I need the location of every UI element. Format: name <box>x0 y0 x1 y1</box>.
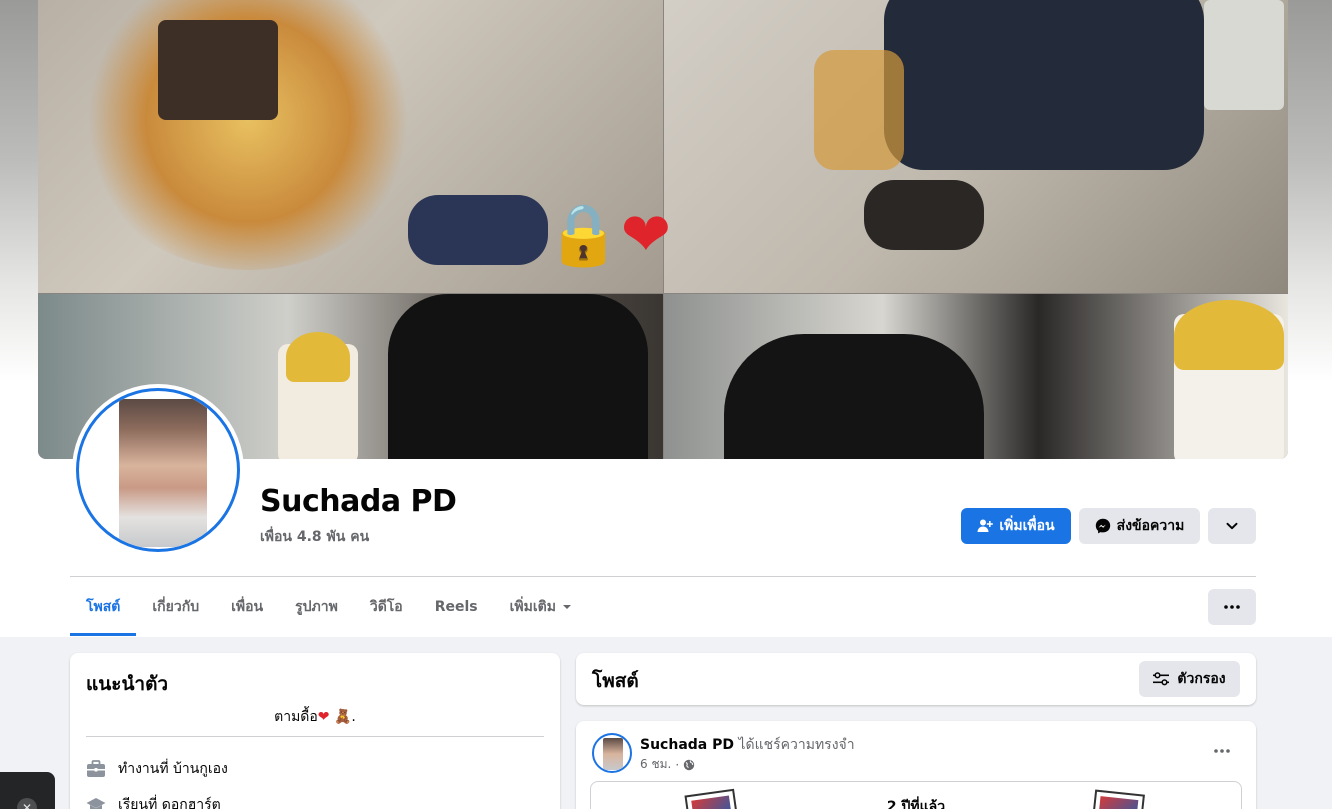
cover-photo-quadrant <box>664 294 1288 459</box>
header-divider <box>70 576 1256 577</box>
person-plus-icon <box>977 518 994 534</box>
cover-emoji-overlay: 🔒❤ <box>546 205 671 265</box>
tab-friends[interactable]: เพื่อน <box>215 578 279 636</box>
ellipsis-icon <box>1224 605 1240 609</box>
add-friend-label: เพิ่มเพื่อน <box>999 518 1055 534</box>
tab-label: Reels <box>434 599 478 615</box>
posts-header-card: โพสต์ ตัวกรอง <box>576 653 1256 705</box>
message-label: ส่งข้อความ <box>1116 518 1185 534</box>
memory-preview[interactable]: 2 ปีที่แล้ว <box>590 781 1242 809</box>
chat-minimized-tab[interactable]: ✕ <box>0 772 55 809</box>
avatar-photo <box>119 399 207 547</box>
heart-icon: ❤ <box>317 709 330 725</box>
profile-more-button[interactable] <box>1208 508 1256 544</box>
intro-work-text: ทำงานที่ บ้านกูเอง <box>118 761 228 777</box>
post-author-avatar[interactable] <box>592 733 632 773</box>
post-meta: 6 ชม. · <box>640 755 695 774</box>
chevron-down-icon <box>1225 519 1239 533</box>
profile-tabs: โพสต์ เกี่ยวกับ เพื่อน รูปภาพ วิดีโอ Ree… <box>70 578 588 636</box>
bio-suffix: 🧸. <box>333 709 356 725</box>
post-header-text: Suchada PD ได้แชร์ความทรงจำ <box>640 734 855 756</box>
profile-name: Suchada PD <box>260 484 457 519</box>
tab-about[interactable]: เกี่ยวกับ <box>136 578 215 636</box>
avatar-photo <box>603 738 623 770</box>
post-options-button[interactable] <box>1204 739 1240 763</box>
heart-icon: ❤ <box>620 200 671 270</box>
post-timestamp[interactable]: 6 ชม. <box>640 755 671 774</box>
intro-work-row: ทำงานที่ บ้านกูเอง <box>86 758 228 780</box>
tab-photos[interactable]: รูปภาพ <box>279 578 354 636</box>
tab-posts[interactable]: โพสต์ <box>70 578 137 636</box>
tab-label: วิดีโอ <box>369 599 403 615</box>
post-author-name[interactable]: Suchada PD <box>640 737 734 753</box>
bio-text: ตามดื้อ <box>274 709 318 725</box>
lock-icon: 🔒 <box>546 200 621 270</box>
tab-label: เกี่ยวกับ <box>152 599 200 615</box>
tab-more[interactable]: เพิ่มเติม <box>494 578 588 636</box>
add-friend-button[interactable]: เพิ่มเพื่อน <box>961 508 1071 544</box>
intro-divider <box>86 736 544 737</box>
ellipsis-icon <box>1214 749 1230 753</box>
friends-count[interactable]: เพื่อน 4.8 พัน คน <box>260 526 369 548</box>
tab-label: โพสต์ <box>86 599 121 615</box>
meta-separator: · <box>675 757 680 772</box>
tab-reels[interactable]: Reels <box>419 578 494 636</box>
post-card: Suchada PD ได้แชร์ความทรงจำ 6 ชม. · 2 ปี… <box>576 721 1256 809</box>
tabs-more-button[interactable] <box>1208 589 1256 625</box>
intro-education-row: เรียนที่ ดอกฮาร์ต <box>86 794 221 809</box>
caret-down-icon <box>562 602 572 612</box>
tab-label: เพื่อน <box>231 599 264 615</box>
filter-label: ตัวกรอง <box>1177 671 1226 687</box>
cover-photo-quadrant <box>664 0 1288 293</box>
globe-icon <box>683 759 695 771</box>
tab-label: รูปภาพ <box>295 599 338 615</box>
graduation-cap-icon <box>86 795 106 809</box>
briefcase-icon <box>86 759 106 779</box>
intro-title: แนะนำตัว <box>86 673 169 695</box>
messenger-icon <box>1095 518 1111 534</box>
sliders-icon <box>1153 672 1170 686</box>
tab-videos[interactable]: วิดีโอ <box>354 578 419 636</box>
post-action-text: ได้แชร์ความทรงจำ <box>738 737 855 753</box>
intro-card: แนะนำตัว ตามดื้อ❤ 🧸. ทำงานที่ บ้านกูเอง … <box>70 653 560 809</box>
memory-photo <box>1091 789 1145 809</box>
profile-avatar[interactable] <box>72 384 244 556</box>
avatar-frame <box>76 388 240 552</box>
posts-title: โพสต์ <box>592 670 639 692</box>
intro-education-text: เรียนที่ ดอกฮาร์ต <box>118 797 221 809</box>
cover-photo[interactable]: 🔒❤ <box>38 0 1288 459</box>
filter-button[interactable]: ตัวกรอง <box>1139 661 1240 697</box>
tab-label: เพิ่มเติม <box>509 599 556 615</box>
intro-bio: ตามดื้อ❤ 🧸. <box>70 706 560 728</box>
message-button[interactable]: ส่งข้อความ <box>1079 508 1200 544</box>
close-icon[interactable]: ✕ <box>17 798 37 809</box>
